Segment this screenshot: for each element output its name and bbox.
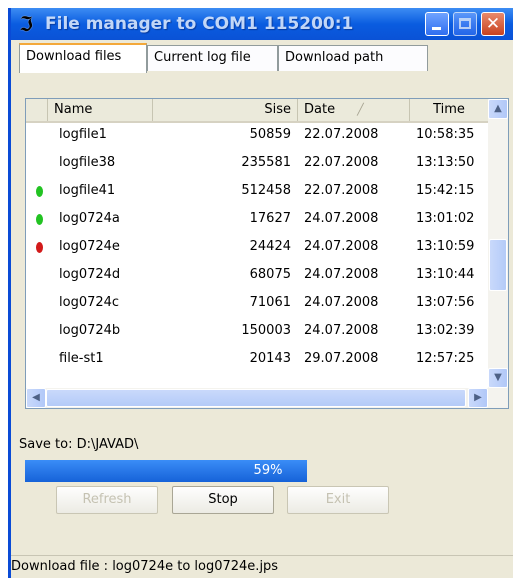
file-name: logfile41 xyxy=(59,183,116,198)
scroll-down-button[interactable]: ▼ xyxy=(488,368,508,388)
table-row[interactable]: log0724e 24424 24.07.2008 13:10:59 xyxy=(26,235,488,259)
file-date: 24.07.2008 xyxy=(304,323,379,338)
status-green-icon xyxy=(36,214,43,225)
maximize-icon xyxy=(459,18,471,29)
exit-button[interactable]: Exit xyxy=(287,486,389,514)
file-size: 512458 xyxy=(241,183,291,198)
column-header-date[interactable]: Date ╱ xyxy=(298,99,410,121)
file-size: 50859 xyxy=(249,127,291,142)
tool-icon: ℑ xyxy=(19,12,33,36)
close-icon: ✕ xyxy=(485,14,501,34)
minimize-icon xyxy=(432,27,441,30)
file-name: file-st1 xyxy=(59,351,104,366)
column-header-name[interactable]: Name xyxy=(48,99,153,121)
scroll-left-button[interactable]: ◀ xyxy=(26,388,46,408)
table-row[interactable]: logfile38 235581 22.07.2008 13:13:50 xyxy=(26,151,488,175)
column-header-size[interactable]: Sise xyxy=(153,99,298,121)
download-progress-bar: 59% xyxy=(25,460,509,482)
table-row[interactable]: log0724d 68075 24.07.2008 13:10:44 xyxy=(26,263,488,287)
table-row[interactable]: logfile41 512458 22.07.2008 15:42:15 xyxy=(26,179,488,203)
file-name: logfile1 xyxy=(59,127,107,142)
vertical-scroll-thumb[interactable] xyxy=(489,239,507,291)
list-rows: logfile1 50859 22.07.2008 10:58:35 logfile38… xyxy=(26,123,488,379)
file-name: log0724b xyxy=(59,323,121,338)
column-header-date-label: Date xyxy=(304,102,336,117)
file-size: 71061 xyxy=(249,295,291,310)
status-bar: Download file : log0724e to log0724e.jps xyxy=(11,555,513,579)
column-header-status[interactable] xyxy=(26,99,48,121)
tab-download-files[interactable]: Download files xyxy=(19,43,147,73)
file-size: 24424 xyxy=(249,239,291,254)
file-date: 22.07.2008 xyxy=(304,155,379,170)
status-red-icon xyxy=(36,242,43,253)
table-row[interactable]: file-st1 20143 29.07.2008 12:57:25 xyxy=(26,347,488,371)
file-list[interactable]: Name Sise Date ╱ Time logfile1 50859 22.07.… xyxy=(25,98,509,409)
file-size: 20143 xyxy=(249,351,291,366)
status-green-icon xyxy=(36,186,43,197)
tab-current-log-file[interactable]: Current log file xyxy=(147,45,278,71)
scroll-up-button[interactable]: ▲ xyxy=(488,99,508,119)
file-name: log0724e xyxy=(59,239,120,254)
table-row[interactable]: log0724c 71061 24.07.2008 13:07:56 xyxy=(26,291,488,315)
file-date: 24.07.2008 xyxy=(304,239,379,254)
progress-percent: 59% xyxy=(253,463,283,478)
file-time: 13:10:59 xyxy=(416,239,475,254)
file-time: 13:07:56 xyxy=(416,295,475,310)
file-manager-window: ℑ File manager to COM1 115200:1 ✕ Downlo… xyxy=(8,8,513,578)
stop-button[interactable]: Stop xyxy=(172,486,274,514)
vertical-scrollbar[interactable]: ▲ ▼ xyxy=(488,99,508,388)
file-time: 10:58:35 xyxy=(416,127,475,142)
file-name: log0724a xyxy=(59,211,120,226)
save-to-label: Save to: D:\JAVAD\ xyxy=(19,437,139,452)
tab-download-path[interactable]: Download path xyxy=(278,45,428,71)
file-name: logfile38 xyxy=(59,155,116,170)
table-row[interactable]: log0724b 150003 24.07.2008 13:02:39 xyxy=(26,319,488,343)
file-name: log0724d xyxy=(59,267,121,282)
file-date: 22.07.2008 xyxy=(304,183,379,198)
file-time: 13:02:39 xyxy=(416,323,475,338)
maximize-button[interactable] xyxy=(453,12,477,36)
close-button[interactable]: ✕ xyxy=(481,12,505,36)
file-time: 13:01:02 xyxy=(416,211,475,226)
file-date: 22.07.2008 xyxy=(304,127,379,142)
file-time: 12:57:25 xyxy=(416,351,475,366)
column-header-time[interactable]: Time xyxy=(410,99,488,121)
file-time: 15:42:15 xyxy=(416,183,475,198)
minimize-button[interactable] xyxy=(425,12,449,36)
list-header: Name Sise Date ╱ Time xyxy=(26,99,488,123)
file-time: 13:10:44 xyxy=(416,267,475,282)
file-date: 24.07.2008 xyxy=(304,295,379,310)
file-size: 235581 xyxy=(241,155,291,170)
title-bar[interactable]: ℑ File manager to COM1 115200:1 ✕ xyxy=(11,8,513,40)
horizontal-scrollbar[interactable]: ◀ ▶ xyxy=(26,388,508,408)
file-name: log0724c xyxy=(59,295,120,310)
window-title: File manager to COM1 115200:1 xyxy=(45,14,354,34)
file-size: 150003 xyxy=(241,323,291,338)
file-date: 29.07.2008 xyxy=(304,351,379,366)
file-time: 13:13:50 xyxy=(416,155,475,170)
refresh-button[interactable]: Refresh xyxy=(56,486,158,514)
file-date: 24.07.2008 xyxy=(304,267,379,282)
scroll-right-button[interactable]: ▶ xyxy=(468,388,488,408)
table-row[interactable]: logfile1 50859 22.07.2008 10:58:35 xyxy=(26,123,488,147)
file-size: 68075 xyxy=(249,267,291,282)
sort-indicator-icon: ╱ xyxy=(357,103,364,116)
horizontal-scroll-thumb[interactable] xyxy=(46,389,466,407)
table-row[interactable]: log0724a 17627 24.07.2008 13:01:02 xyxy=(26,207,488,231)
file-date: 24.07.2008 xyxy=(304,211,379,226)
file-size: 17627 xyxy=(249,211,291,226)
